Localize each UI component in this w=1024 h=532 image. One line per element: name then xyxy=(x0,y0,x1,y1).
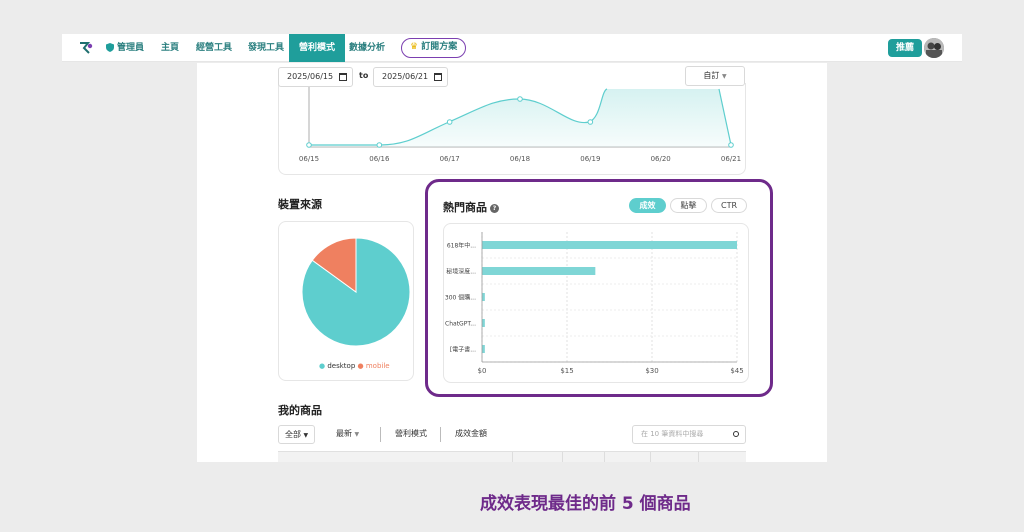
pie-legend: ● desktop ● mobile xyxy=(319,362,390,370)
shield-icon xyxy=(106,43,114,52)
user-avatar[interactable] xyxy=(924,38,944,58)
sort-value: 最新 xyxy=(336,429,352,438)
avatar-image xyxy=(924,38,944,58)
start-date-input[interactable]: 2025/06/15 xyxy=(278,67,353,87)
my-products-title: 我的商品 xyxy=(278,404,322,417)
search-placeholder: 在 10 筆資料中搜尋 xyxy=(641,430,704,438)
hot-products-bar-chart: $0 $15 $30 $45 618年中... 秘境深度... 300 個購... ChatG… xyxy=(445,232,744,375)
sort-select[interactable]: 最新 ▼ xyxy=(336,425,359,444)
mode-filter[interactable]: 營利模式 xyxy=(395,425,427,444)
device-pie-chart xyxy=(301,237,411,347)
legend-dot-desktop: ● xyxy=(319,362,326,370)
x-tick-label: 06/18 xyxy=(510,155,530,163)
table-column-divider xyxy=(698,452,699,462)
hot-products-panel: 熱門商品? 成效 點擊 CTR $0 $15 $30 $45 618年中... 秘境深度.… xyxy=(425,179,773,397)
nav-admin-label: 管理員 xyxy=(117,43,145,53)
x-tick-label: 06/20 xyxy=(651,155,671,163)
chevron-down-icon: ▼ xyxy=(721,73,727,80)
bar[interactable] xyxy=(482,345,485,353)
subscription-plan-label: 訂閱方案 xyxy=(421,42,458,52)
annotation-caption: 成效表現最佳的前 5 個商品 xyxy=(480,494,691,514)
x-tick-label: 06/16 xyxy=(369,155,390,163)
tab-clicks[interactable]: 點擊 xyxy=(670,198,707,213)
main-content: 06/15 06/16 06/17 06/18 06/19 06/20 06/21 2025… xyxy=(197,63,827,462)
category-label: 秘境深度... xyxy=(446,268,476,276)
table-column-divider xyxy=(650,452,651,462)
category-label: 300 個購... xyxy=(445,294,476,302)
crown-icon: ♛ xyxy=(410,42,419,52)
trend-point xyxy=(306,142,312,148)
hot-products-title-text: 熱門商品 xyxy=(443,201,487,214)
bar[interactable] xyxy=(482,241,737,249)
nav-affiliate-mode[interactable]: 營利模式 xyxy=(289,34,346,62)
category-label: [電子書... xyxy=(450,346,476,354)
amount-filter[interactable]: 成效金額 xyxy=(455,425,487,444)
trend-point xyxy=(446,119,453,125)
nav-discover-tools[interactable]: 發現工具 xyxy=(248,34,284,62)
x-tick-label: $15 xyxy=(560,367,573,375)
legend-dot-mobile: ● xyxy=(357,362,364,370)
nav-admin[interactable]: 管理員 xyxy=(106,34,144,62)
trend-chart-card: 06/15 06/16 06/17 06/18 06/19 06/20 06/21 xyxy=(278,83,746,175)
help-icon[interactable]: ? xyxy=(490,203,499,213)
chevron-down-icon: ▼ xyxy=(303,432,309,439)
filter-divider xyxy=(380,427,381,442)
x-tick-label: 06/19 xyxy=(580,155,600,163)
products-table-header xyxy=(278,451,746,462)
table-column-divider xyxy=(562,452,563,462)
filter-all-select[interactable]: 全部 ▼ xyxy=(278,425,316,444)
trend-point xyxy=(587,119,594,125)
hot-products-title: 熱門商品? xyxy=(443,199,499,215)
x-tick-label: 06/21 xyxy=(721,155,741,163)
hot-products-bar-card: $0 $15 $30 $45 618年中... 秘境深度... 300 個購... ChatG… xyxy=(443,223,749,383)
bar[interactable] xyxy=(482,293,485,301)
trend-area-chart: 06/15 06/16 06/17 06/18 06/19 06/20 06/21 xyxy=(299,83,741,163)
nav-data-analysis[interactable]: 數據分析 xyxy=(349,34,385,62)
search-icon[interactable] xyxy=(733,431,739,437)
x-tick-label: $30 xyxy=(645,367,658,375)
promote-button[interactable]: 推薦 xyxy=(888,39,923,57)
subscription-plan-button[interactable]: ♛ 訂閱方案 xyxy=(401,38,467,58)
x-tick-label: 06/15 xyxy=(299,155,319,163)
table-column-divider xyxy=(512,452,513,462)
filter-divider xyxy=(440,427,441,442)
device-source-title: 裝置來源 xyxy=(278,198,322,211)
legend-label-mobile: mobile xyxy=(365,362,390,370)
chevron-down-icon: ▼ xyxy=(354,431,360,438)
date-range-separator: to xyxy=(359,71,369,80)
bar[interactable] xyxy=(482,267,596,275)
x-tick-label: 06/17 xyxy=(440,155,460,163)
legend-label-desktop: desktop xyxy=(327,362,356,370)
x-tick-label: $45 xyxy=(730,367,743,375)
date-preset-select[interactable]: 自訂 ▼ xyxy=(685,66,745,86)
trend-point xyxy=(376,142,383,148)
tab-performance[interactable]: 成效 xyxy=(629,198,666,213)
table-column-divider xyxy=(604,452,605,462)
top-nav-bar: 管理員 主頁 經營工具 發現工具 營利模式 數據分析 ♛ 訂閱方案 推薦 xyxy=(62,34,962,62)
products-filter-row: 全部 ▼ 最新 ▼ 營利模式 成效金額 在 10 筆資料中搜尋 xyxy=(278,425,746,445)
category-label: 618年中... xyxy=(447,242,476,250)
end-date-input[interactable]: 2025/06/21 xyxy=(373,67,448,87)
trend-point xyxy=(517,96,523,102)
calendar-icon[interactable] xyxy=(339,73,347,81)
app-logo-icon[interactable] xyxy=(78,40,94,56)
filter-all-value: 全部 xyxy=(285,430,301,439)
nav-home[interactable]: 主頁 xyxy=(161,34,179,62)
bar[interactable] xyxy=(482,319,485,327)
x-tick-label: $0 xyxy=(478,367,487,375)
start-date-value: 2025/06/15 xyxy=(287,72,334,81)
nav-ops-tools[interactable]: 經營工具 xyxy=(196,34,232,62)
device-pie-card: ● desktop ● mobile xyxy=(278,221,414,381)
trend-point xyxy=(728,142,734,148)
product-search-input[interactable]: 在 10 筆資料中搜尋 xyxy=(632,425,746,444)
tab-ctr[interactable]: CTR xyxy=(711,198,747,213)
end-date-value: 2025/06/21 xyxy=(382,72,429,81)
category-label: ChatGPT... xyxy=(445,321,476,328)
date-preset-value: 自訂 xyxy=(703,71,720,80)
calendar-icon[interactable] xyxy=(434,73,442,81)
